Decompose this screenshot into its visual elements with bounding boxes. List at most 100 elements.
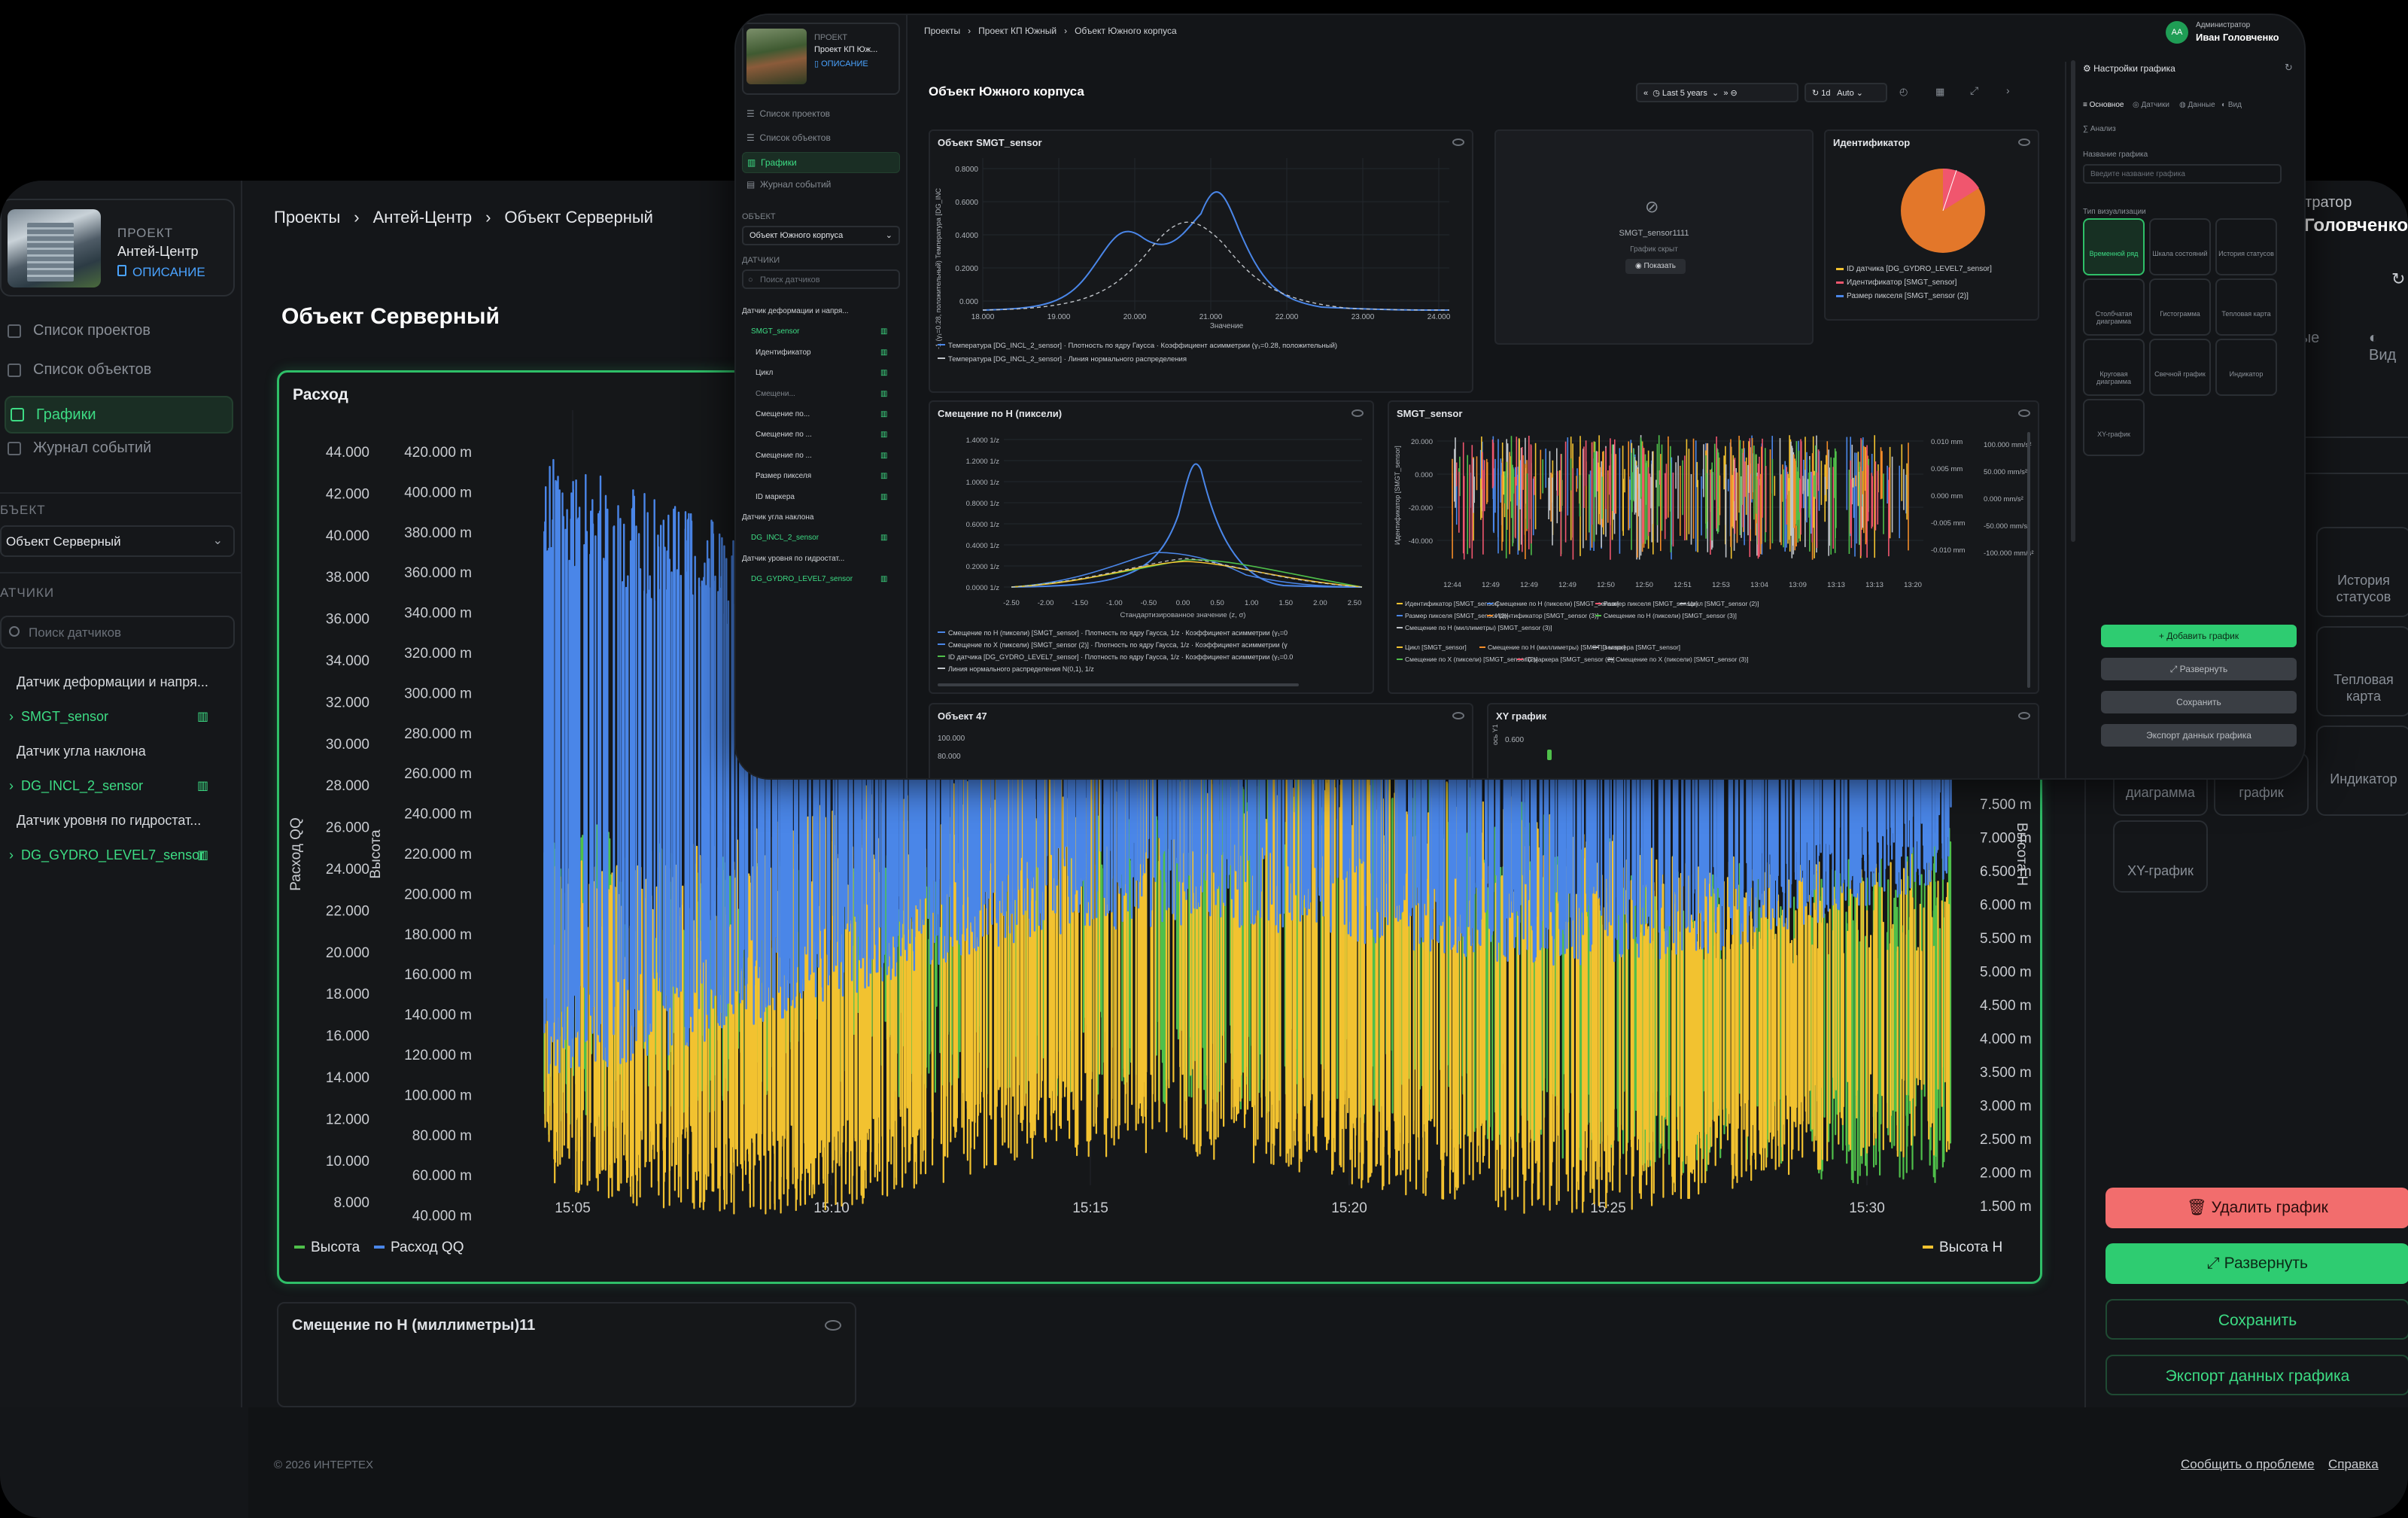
viz-tile[interactable]: Свечной график [2149,339,2211,396]
chart-icon[interactable]: ▥ [880,575,887,583]
tab-view[interactable]: ◐ Вид [2369,330,2408,364]
expand-button[interactable]: ⤢ Развернуть [2101,658,2297,680]
sensor-search-input[interactable]: Поиск датчиков [0,616,235,649]
tree-item-gydro[interactable]: › DG_GYDRO_LEVEL7_sensor [9,847,204,863]
chart-icon[interactable]: ▥ [197,778,208,793]
chart-icon[interactable]: ▥ [197,847,208,862]
panel-identifier[interactable]: Идентификатор ID датчика [DG_GYDRO_LEVEL… [1824,129,2039,321]
chart-icon[interactable]: ▥ [880,348,887,357]
time-range-picker[interactable]: « ◷ Last 5 years ⌄ » ⊖ [1636,83,1798,102]
tree-item-smgt[interactable]: › SMGT_sensor [9,709,108,725]
chevron-right-icon[interactable]: › [2006,84,2010,96]
project-card[interactable]: ПРОЕКТ Антей-Центр ОПИСАНИЕ [0,199,235,297]
tree-item[interactable]: Размер пикселя [756,472,811,480]
viz-tile[interactable]: Тепловая карта [2215,278,2277,336]
chart-icon[interactable]: ▥ [880,452,887,460]
tree-item[interactable]: DG_INCL_2_sensor [751,534,819,542]
nav-event-log[interactable]: ▤ Журнал событий [746,179,831,190]
reset-icon[interactable]: ↻ [2391,269,2405,289]
tree-group-hydro[interactable]: Датчик уровня по гидростат... [17,813,201,829]
tree-item[interactable]: SMGT_sensor [751,327,799,336]
grid-icon[interactable]: ▦ [1935,86,1944,98]
chart-panel-secondary[interactable]: Смещение по H (миллиметры)11 [277,1302,856,1407]
viz-tile[interactable]: Круговая диаграмма [2083,339,2145,396]
delete-chart-button[interactable]: 🗑 Удалить график [2105,1188,2408,1228]
save-button[interactable]: Сохранить [2101,691,2297,713]
nav-charts[interactable]: Графики [5,396,233,433]
help-link[interactable]: Справка [2328,1457,2379,1472]
chart-icon[interactable]: ▥ [880,327,887,336]
export-button[interactable]: Экспорт данных графика [2101,724,2297,747]
refresh-interval-picker[interactable]: ↻ 1d Auto ⌄ [1804,83,1887,102]
chart-icon[interactable]: ▥ [880,390,887,398]
sensor-search-input[interactable]: ○ Поиск датчиков [742,269,900,289]
viz-tile[interactable]: Шкала состояний [2149,218,2211,275]
viz-tile[interactable]: Временной ряд [2083,218,2145,275]
project-card[interactable]: ПРОЕКТ Проект КП Юж... ▯ ОПИСАНИЕ [742,23,900,95]
tab-analysis[interactable]: ∑ Анализ [2083,125,2116,133]
legend-item[interactable]: ID датчика [DG_GYDRO_LEVEL7_sensor] [1836,265,1992,273]
avatar[interactable]: АА [2166,21,2188,44]
save-button[interactable]: Сохранить [2105,1299,2408,1340]
tree-item[interactable]: Датчик уровня по гидростат... [742,555,844,563]
chart-icon[interactable]: ▥ [880,472,887,480]
history-icon[interactable]: ◴ [1899,86,1908,98]
nav-charts[interactable]: ▥ Графики [742,152,900,173]
nav-project-list[interactable]: ☰ Список проектов [746,108,830,119]
object-select[interactable]: Объект Серверный ⌄ [0,525,235,557]
fullscreen-icon[interactable]: ⤢ [1970,84,1978,97]
hide-eye-icon[interactable] [2018,712,2030,719]
nav-object-list[interactable]: Список объектов [8,361,151,379]
tree-item[interactable]: Идентификатор [756,348,811,357]
panel-xy[interactable]: XY график ось Y1 0.600 [1487,703,2039,778]
nav-event-log[interactable]: Журнал событий [8,440,151,457]
expand-button[interactable]: ⤢ Развернуть [2105,1243,2408,1284]
tree-item[interactable]: Смещение по ... [756,430,812,439]
show-button[interactable]: ◉ Показать [1625,259,1686,274]
tree-item[interactable]: ID маркера [756,493,795,501]
add-chart-button[interactable]: + Добавить график [2101,625,2297,647]
chart-icon[interactable]: ▥ [197,709,208,724]
viz-tile[interactable]: Индикатор [2215,339,2277,396]
panel-smgt-sensor[interactable]: SMGT_sensor 20.000 0.000 -20.000 -40.000 0.0… [1388,400,2039,694]
breadcrumb-item[interactable]: Проекты [924,26,960,36]
tab-main[interactable]: ≡ Основное [2083,101,2124,109]
chart-icon[interactable]: ▥ [880,369,887,377]
tile-status-history[interactable]: История статусов [2316,527,2408,617]
report-problem-link[interactable]: Сообщить о проблеме [2181,1457,2315,1472]
breadcrumb-item[interactable]: Проекты [274,208,340,227]
project-description-link[interactable]: ▯ ОПИСАНИЕ [814,59,868,68]
chart-icon[interactable]: ▥ [880,493,887,501]
tile-indicator[interactable]: Индикатор [2316,726,2408,816]
chart-icon[interactable]: ▥ [880,410,887,418]
hide-eye-icon[interactable] [825,1320,841,1331]
tree-item-incl[interactable]: › DG_INCL_2_sensor [9,778,143,794]
panel-hidden[interactable]: ⊘ SMGT_sensor1111 График скрыт ◉ Показат… [1494,129,1814,345]
tree-item[interactable]: Датчик деформации и напря... [742,307,849,315]
hide-eye-icon[interactable] [1452,712,1464,719]
tab-sensors[interactable]: ◎ Датчики [2133,101,2169,109]
viz-tile[interactable]: Гистограмма [2149,278,2211,336]
breadcrumb-item[interactable]: Проект КП Южный [978,26,1057,36]
export-button[interactable]: Экспорт данных графика [2105,1355,2408,1395]
scrollbar[interactable] [2071,60,2075,542]
breadcrumb-item[interactable]: Антей-Центр [373,208,472,227]
panel-displacement-h[interactable]: Смещение по H (пиксели) 1.4000 1/z 1.2000… [929,400,1374,694]
tree-item[interactable]: Смещение по ... [756,452,812,460]
viz-tile[interactable]: История статусов [2215,218,2277,275]
chart-icon[interactable]: ▥ [880,534,887,542]
reset-icon[interactable]: ↻ [2285,62,2293,74]
tree-item[interactable]: DG_GYDRO_LEVEL7_sensor [751,575,853,583]
tab-view[interactable]: ◐ Вид [2221,101,2242,109]
tree-group-deformation[interactable]: Датчик деформации и напря... [17,674,208,690]
panel-object-47[interactable]: Объект 47 100.000 80.000 [929,703,1473,778]
tree-group-tilt[interactable]: Датчик угла наклона [17,744,146,759]
tab-data[interactable]: ◍ Данные [2179,101,2215,109]
viz-tile[interactable]: Столбчатая диаграмма [2083,278,2145,336]
tree-item[interactable]: Смещение по... [756,410,810,418]
panel-smgt-object[interactable]: Объект SMGT_sensor 0.8000 0.6000 0.4000 0.2… [929,129,1473,393]
object-select[interactable]: Объект Южного корпуса ⌄ [742,226,900,245]
nav-project-list[interactable]: Список проектов [8,322,150,339]
legend-item[interactable]: Размер пикселя [SMGT_sensor (2)] [1836,292,1969,300]
tree-item[interactable]: Датчик угла наклона [742,513,813,522]
